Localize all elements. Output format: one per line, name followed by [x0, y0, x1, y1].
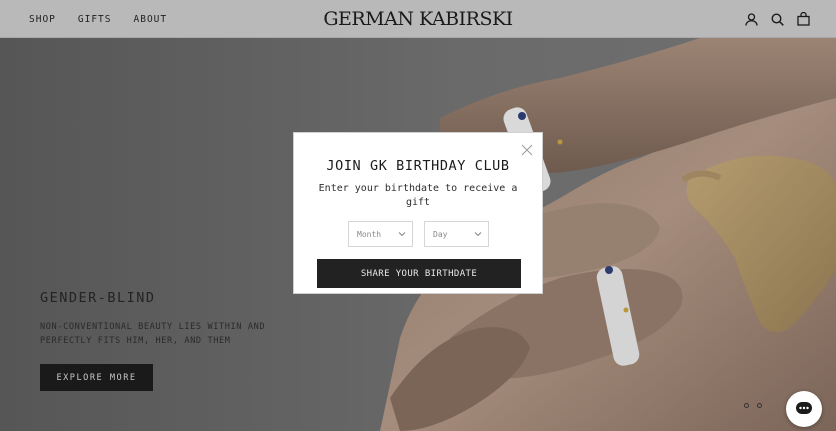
- close-icon[interactable]: [521, 141, 533, 156]
- hero-description: NON-CONVENTIONAL BEAUTY LIES WITHIN AND …: [40, 322, 266, 346]
- slideshow-dots: [744, 403, 762, 408]
- chevron-down-icon: [474, 232, 482, 237]
- chat-icon: [796, 402, 812, 414]
- hero-text-block: GENDER-BLIND NON-CONVENTIONAL BEAUTY LIE…: [40, 290, 290, 348]
- chevron-down-icon: [398, 232, 406, 237]
- day-select-value: Day: [433, 229, 448, 239]
- day-select[interactable]: Day: [424, 221, 489, 247]
- modal-subtitle: Enter your birthdate to receive a gift: [318, 183, 518, 208]
- hero-title: GENDER-BLIND: [40, 290, 156, 306]
- site-header: SHOP GIFTS ABOUT GERMAN KABIRSKI: [0, 0, 836, 38]
- main-nav: SHOP GIFTS ABOUT: [29, 0, 167, 38]
- chat-widget-button[interactable]: [786, 391, 822, 427]
- nav-link-gifts[interactable]: GIFTS: [78, 14, 112, 25]
- account-icon[interactable]: [744, 12, 758, 26]
- slide-dot[interactable]: [744, 403, 749, 408]
- birthday-club-modal: JOIN GK BIRTHDAY CLUB Enter your birthda…: [293, 132, 543, 294]
- share-birthdate-button[interactable]: SHARE YOUR BIRTHDATE: [317, 259, 521, 288]
- modal-title: JOIN GK BIRTHDAY CLUB: [326, 158, 510, 174]
- month-select[interactable]: Month: [348, 221, 413, 247]
- header-icons: [744, 0, 810, 38]
- search-icon[interactable]: [770, 12, 784, 26]
- nav-link-shop[interactable]: SHOP: [29, 14, 56, 25]
- month-select-value: Month: [357, 229, 382, 239]
- nav-link-about[interactable]: ABOUT: [134, 14, 168, 25]
- cart-icon[interactable]: [796, 12, 810, 26]
- explore-more-button[interactable]: EXPLORE MORE: [40, 364, 153, 391]
- slide-dot[interactable]: [757, 403, 762, 408]
